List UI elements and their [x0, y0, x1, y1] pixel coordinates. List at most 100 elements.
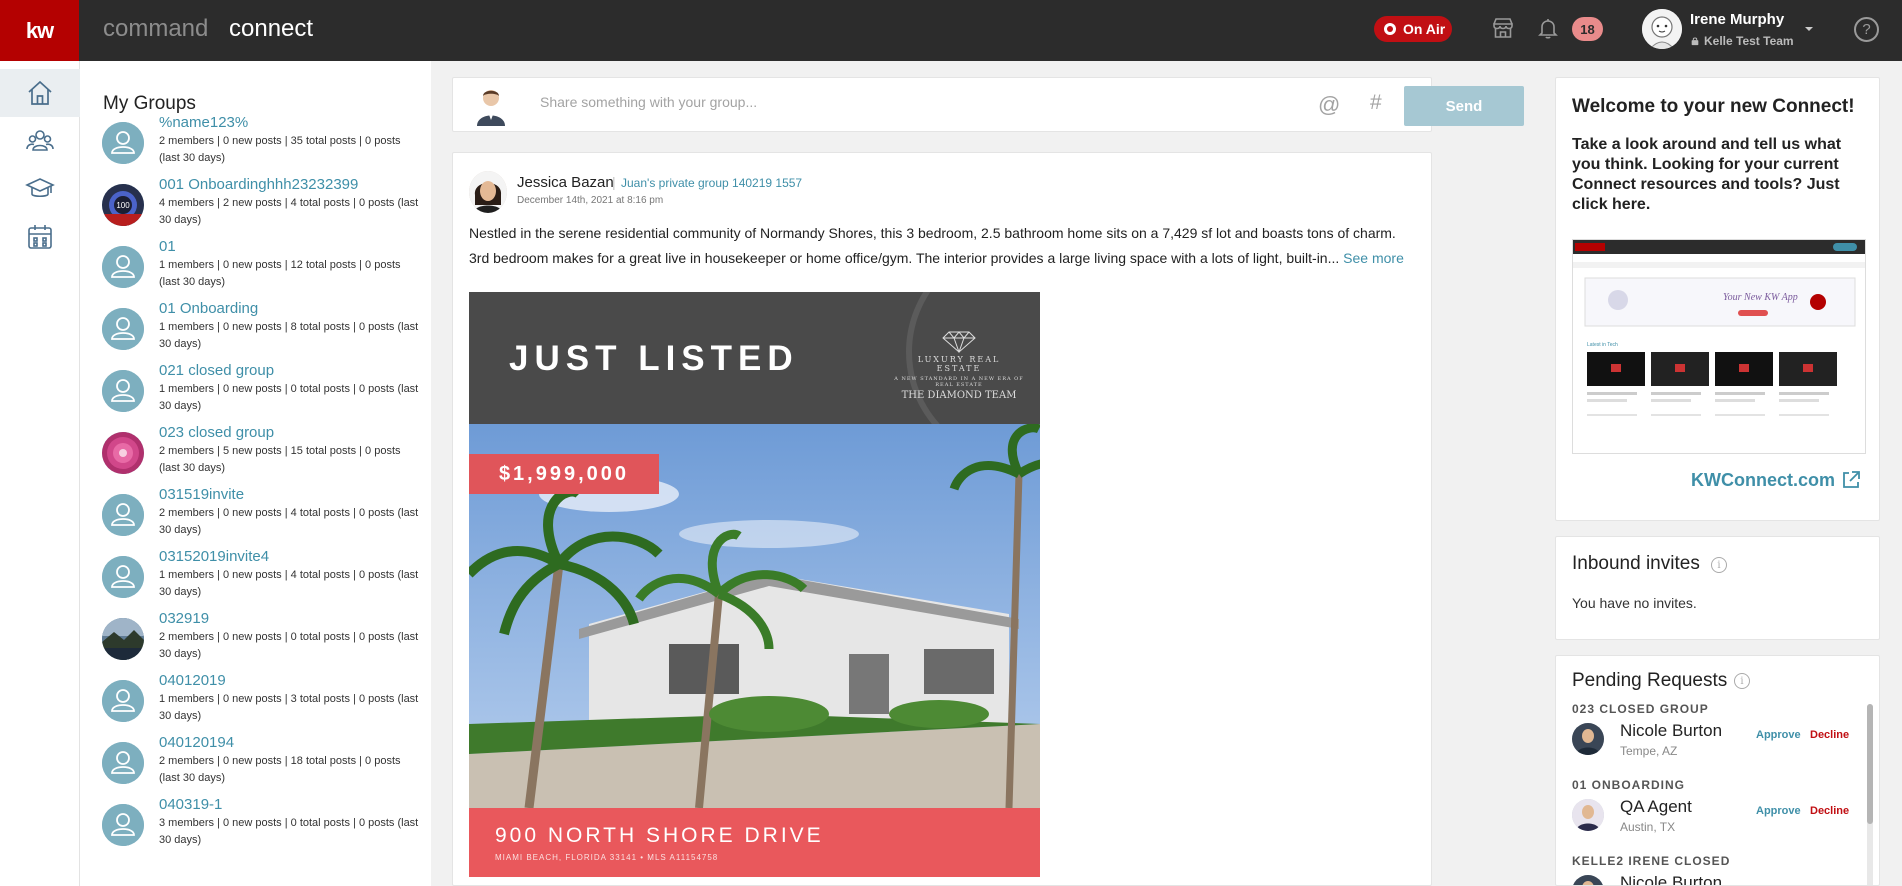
- group-name[interactable]: 001 Onboardinghhh23232399: [159, 176, 358, 193]
- user-name[interactable]: Irene Murphy: [1690, 11, 1784, 28]
- record-icon: [1384, 23, 1396, 35]
- requester-avatar[interactable]: [1572, 723, 1604, 755]
- pending-group-name[interactable]: KELLE2 IRENE CLOSED: [1572, 854, 1730, 868]
- group-avatar[interactable]: [102, 618, 144, 660]
- group-avatar[interactable]: 100: [102, 184, 144, 226]
- group-item[interactable]: 031519invite 2 members | 0 new posts | 4 …: [102, 486, 422, 546]
- group-name[interactable]: %name123%: [159, 114, 248, 131]
- home-icon: [28, 80, 52, 105]
- my-groups-title: My Groups: [103, 93, 196, 114]
- listing-address: 900 NORTH SHORE DRIVE: [495, 824, 824, 847]
- group-item[interactable]: 021 closed group 1 members | 0 new posts …: [102, 362, 422, 422]
- user-avatar[interactable]: [1642, 9, 1682, 49]
- group-avatar[interactable]: [102, 804, 144, 846]
- group-avatar[interactable]: [102, 556, 144, 598]
- group-item[interactable]: 100 001 Onboardinghhh23232399 4 members | …: [102, 176, 422, 236]
- hashtag-button[interactable]: #: [1370, 91, 1382, 115]
- post-text: Nestled in the serene residential commun…: [469, 225, 1396, 266]
- chevron-down-icon[interactable]: [1802, 22, 1816, 36]
- info-icon[interactable]: i: [1734, 673, 1750, 689]
- send-button[interactable]: Send: [1404, 86, 1524, 126]
- pending-group-name[interactable]: 01 ONBOARDING: [1572, 778, 1685, 792]
- listing-brand-line2: A NEW STANDARD IN A NEW ERA OF REAL ESTA…: [894, 376, 1024, 388]
- group-item[interactable]: 040319-1 3 members | 0 new posts | 0 tota…: [102, 796, 422, 856]
- group-name[interactable]: 032919: [159, 610, 209, 627]
- rail-groups[interactable]: [0, 117, 80, 165]
- group-stats: 4 members | 2 new posts | 4 total posts …: [159, 197, 419, 226]
- decline-button[interactable]: Decline: [1810, 729, 1849, 741]
- kw-logo[interactable]: kw: [0, 0, 79, 61]
- welcome-body[interactable]: Take a look around and tell us what you …: [1572, 135, 1872, 215]
- group-item[interactable]: 01 Onboarding 1 members | 0 new posts | 8…: [102, 300, 422, 360]
- kwconnect-preview[interactable]: Your New KW App Latest in Tech: [1572, 239, 1866, 454]
- group-item[interactable]: %name123% 2 members | 0 new posts | 35 to…: [102, 114, 422, 174]
- requester-name[interactable]: Nicole Burton: [1620, 873, 1722, 885]
- group-avatar[interactable]: [102, 680, 144, 722]
- requester-avatar[interactable]: [1572, 875, 1604, 885]
- group-avatar[interactable]: [102, 494, 144, 536]
- group-stats: 3 members | 0 new posts | 0 total posts …: [159, 817, 419, 846]
- group-item[interactable]: 04012019 1 members | 0 new posts | 3 tota…: [102, 672, 422, 732]
- post-author-name[interactable]: Jessica Bazan: [517, 174, 614, 191]
- requester-name[interactable]: QA Agent: [1620, 797, 1692, 817]
- left-rail: [0, 61, 80, 886]
- pending-scrollbar[interactable]: [1867, 704, 1873, 885]
- group-avatar[interactable]: [102, 308, 144, 350]
- group-name[interactable]: 040319-1: [159, 796, 222, 813]
- group-item[interactable]: 040120194 2 members | 0 new posts | 18 to…: [102, 734, 422, 794]
- group-item[interactable]: 03152019invite4 1 members | 0 new posts |…: [102, 548, 422, 608]
- post-author-avatar[interactable]: [469, 171, 507, 213]
- rail-calendar[interactable]: [0, 213, 80, 261]
- post-composer: @ # Send: [452, 77, 1524, 132]
- group-item[interactable]: 023 closed group 2 members | 5 new posts …: [102, 424, 422, 484]
- listing-address-sub: MIAMI BEACH, FLORIDA 33141 • MLS A111547…: [495, 853, 719, 862]
- group-name[interactable]: 03152019invite4: [159, 548, 269, 565]
- kwconnect-link[interactable]: KWConnect.com: [1691, 470, 1835, 491]
- group-name[interactable]: 031519invite: [159, 486, 244, 503]
- rail-learning[interactable]: [0, 165, 80, 213]
- info-icon[interactable]: i: [1711, 557, 1727, 573]
- group-name[interactable]: 01: [159, 238, 176, 255]
- group-item[interactable]: 032919 2 members | 0 new posts | 0 total …: [102, 610, 422, 670]
- post-group-link[interactable]: Juan's private group 140219 1557: [621, 176, 802, 190]
- top-bar: kw command connect On Air 18 Irene Murph…: [0, 0, 1902, 61]
- store-icon[interactable]: [1491, 16, 1517, 42]
- decline-button[interactable]: Decline: [1810, 805, 1849, 817]
- share-input[interactable]: [540, 94, 1240, 110]
- rail-home[interactable]: [0, 69, 80, 117]
- group-item[interactable]: 01 1 members | 0 new posts | 12 total pos…: [102, 238, 422, 298]
- requester-avatar[interactable]: [1572, 799, 1604, 831]
- welcome-title: Welcome to your new Connect!: [1572, 96, 1855, 117]
- group-avatar[interactable]: [102, 246, 144, 288]
- group-avatar[interactable]: [102, 742, 144, 784]
- pending-group-name[interactable]: 023 CLOSED GROUP: [1572, 702, 1709, 716]
- group-name[interactable]: 01 Onboarding: [159, 300, 258, 317]
- listing-header: JUST LISTED LUXURY REAL ESTATE A NEW STA…: [469, 292, 1040, 442]
- see-more-link[interactable]: See more: [1343, 250, 1404, 266]
- brand-command[interactable]: command: [103, 15, 208, 43]
- help-icon[interactable]: ?: [1854, 17, 1879, 42]
- group-avatar[interactable]: [102, 122, 144, 164]
- group-name[interactable]: 023 closed group: [159, 424, 274, 441]
- notification-count-badge[interactable]: 18: [1572, 17, 1603, 41]
- scrollbar-thumb[interactable]: [1867, 704, 1873, 824]
- external-link-icon[interactable]: [1840, 469, 1862, 491]
- requester-name[interactable]: Nicole Burton: [1620, 721, 1722, 741]
- group-name[interactable]: 021 closed group: [159, 362, 274, 379]
- group-avatar[interactable]: [102, 370, 144, 412]
- inbound-invites-card: Inbound invites i You have no invites.: [1555, 536, 1880, 640]
- composer-avatar: [471, 84, 511, 126]
- brand-connect[interactable]: connect: [229, 15, 313, 43]
- svg-text:100: 100: [116, 201, 130, 210]
- group-stats: 2 members | 0 new posts | 18 total posts…: [159, 755, 401, 784]
- approve-button[interactable]: Approve: [1756, 729, 1801, 741]
- on-air-button[interactable]: On Air: [1374, 16, 1452, 42]
- listing-image[interactable]: JUST LISTED LUXURY REAL ESTATE A NEW STA…: [469, 292, 1040, 877]
- welcome-card: Welcome to your new Connect! Take a look…: [1555, 77, 1880, 521]
- group-name[interactable]: 040120194: [159, 734, 234, 751]
- mention-button[interactable]: @: [1318, 92, 1340, 118]
- bell-icon[interactable]: [1536, 16, 1562, 42]
- group-name[interactable]: 04012019: [159, 672, 226, 689]
- group-avatar[interactable]: [102, 432, 144, 474]
- approve-button[interactable]: Approve: [1756, 805, 1801, 817]
